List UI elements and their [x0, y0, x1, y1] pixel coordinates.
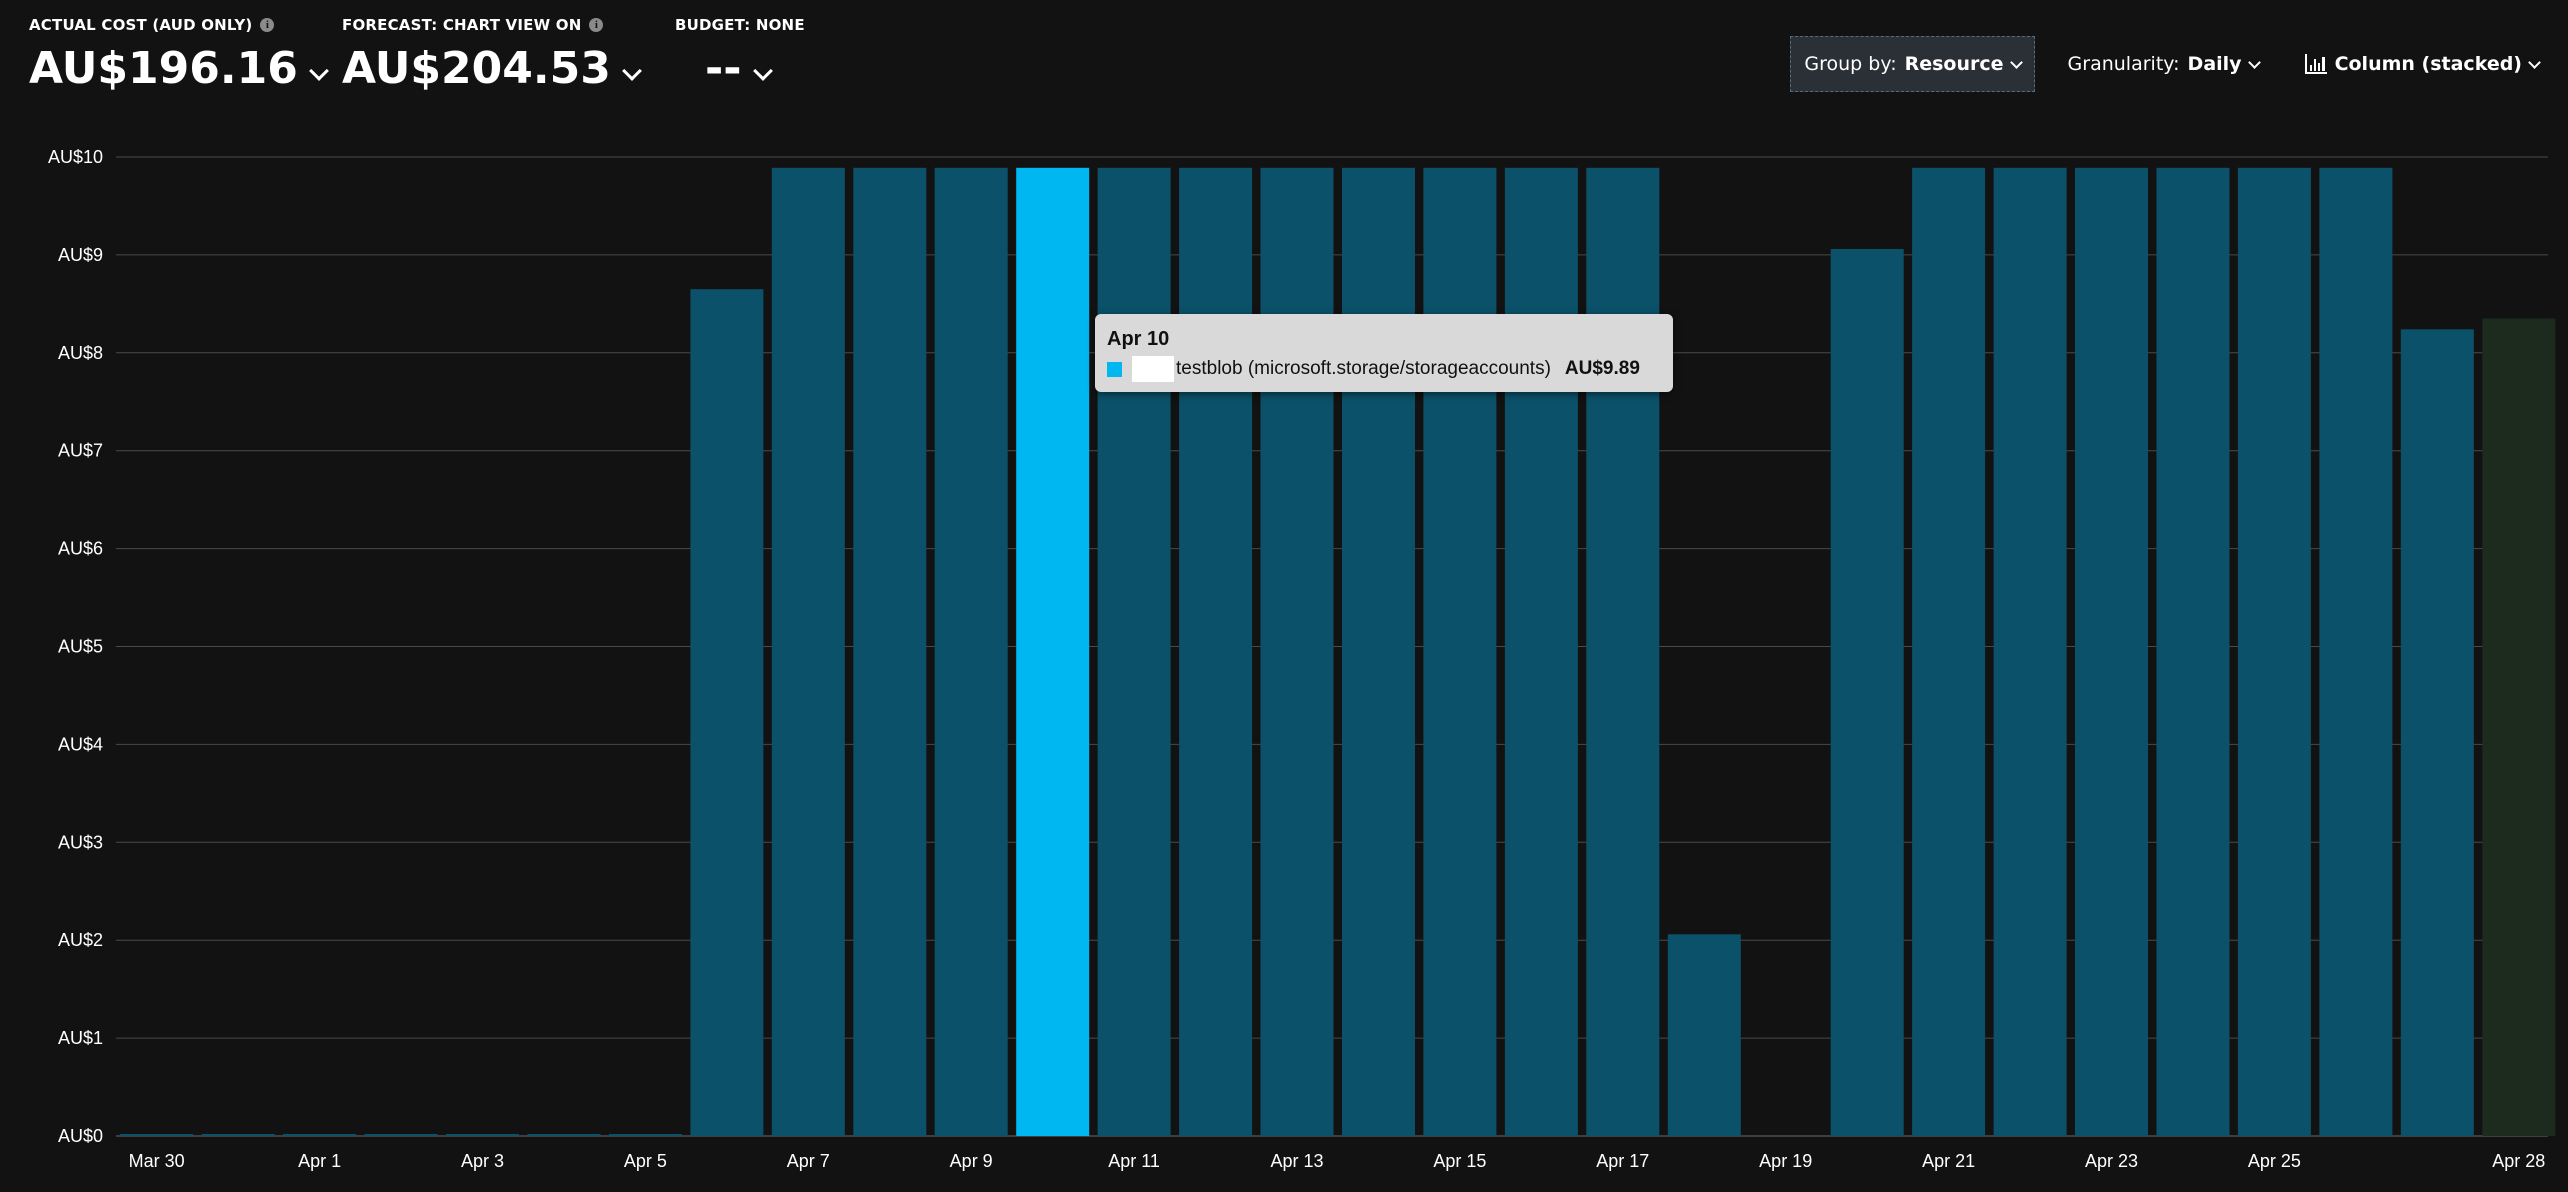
y-tick-label: AU$9	[58, 245, 103, 265]
y-tick-label: AU$1	[58, 1028, 103, 1048]
actual-cost-label: ACTUAL COST (AUD ONLY)	[29, 16, 253, 34]
bar-apr-22[interactable]	[1993, 167, 2067, 1137]
y-tick-label: AU$6	[58, 539, 103, 559]
chart-tooltip: Apr 10 testblob (microsoft.storage/stora…	[1095, 314, 1673, 392]
group-by-dropdown[interactable]: Group by: Resource	[1790, 36, 2035, 92]
bar-apr-4[interactable]	[527, 1134, 601, 1136]
actual-cost-metric: ACTUAL COST (AUD ONLY) i AU$196.16	[29, 14, 329, 96]
tooltip-value: AU$9.89	[1564, 358, 1640, 379]
y-tick-label: AU$5	[58, 637, 103, 657]
bar-apr-10[interactable]	[1016, 167, 1090, 1137]
column-chart-icon	[2304, 54, 2327, 74]
x-tick-label: Apr 11	[1108, 1151, 1160, 1171]
budget-dropdown[interactable]: --	[675, 40, 805, 96]
budget-label: BUDGET: NONE	[675, 16, 805, 34]
x-tick-label: Apr 1	[298, 1151, 341, 1171]
budget-metric: BUDGET: NONE --	[675, 14, 805, 96]
bar-apr-27[interactable]	[2400, 329, 2474, 1136]
redacted-block	[1132, 356, 1174, 382]
bar-apr-25[interactable]	[2237, 167, 2311, 1137]
y-tick-label: AU$7	[58, 441, 103, 461]
forecast-bar[interactable]	[2482, 318, 2556, 1137]
bar-mar-30[interactable]	[120, 1134, 194, 1136]
tooltip-row: testblob (microsoft.storage/storageaccou…	[1107, 356, 1661, 382]
bar-apr-6[interactable]	[690, 289, 764, 1136]
actual-cost-dropdown[interactable]: AU$196.16	[29, 40, 329, 96]
bar-apr-26[interactable]	[2319, 167, 2393, 1137]
bar-apr-24[interactable]	[2156, 167, 2230, 1137]
cost-summary-header: ACTUAL COST (AUD ONLY) i AU$196.16 FOREC…	[0, 0, 2568, 140]
chart-controls: Group by: Resource Granularity: Daily Co…	[1790, 36, 2552, 92]
forecast-dropdown[interactable]: AU$204.53	[342, 40, 642, 96]
bar-apr-21[interactable]	[1912, 167, 1986, 1137]
info-icon[interactable]: i	[589, 18, 604, 32]
granularity-dropdown[interactable]: Granularity: Daily	[2055, 36, 2272, 92]
y-tick-label: AU$2	[58, 930, 103, 950]
chart-type-dropdown[interactable]: Column (stacked)	[2292, 36, 2552, 92]
bar-apr-2[interactable]	[364, 1134, 438, 1136]
chevron-down-icon	[2528, 55, 2541, 69]
granularity-value: Daily	[2187, 53, 2242, 75]
bar-apr-7[interactable]	[771, 167, 845, 1137]
granularity-prefix: Granularity:	[2067, 53, 2180, 75]
x-tick-label: Apr 19	[1759, 1151, 1812, 1171]
bar-apr-23[interactable]	[2075, 167, 2148, 1137]
chevron-down-icon	[2247, 55, 2261, 69]
y-tick-label: AU$10	[48, 147, 103, 167]
y-tick-label: AU$0	[58, 1126, 103, 1146]
bar-apr-20[interactable]	[1830, 249, 1904, 1136]
bar-apr-5[interactable]	[608, 1134, 682, 1136]
forecast-label: FORECAST: CHART VIEW ON	[342, 16, 582, 34]
group-by-value: Resource	[1904, 53, 2004, 75]
forecast-metric: FORECAST: CHART VIEW ON i AU$204.53	[342, 14, 642, 96]
chevron-down-icon	[621, 61, 642, 81]
x-tick-label: Apr 15	[1433, 1151, 1486, 1171]
x-tick-label: Apr 13	[1270, 1151, 1323, 1171]
x-tick-label: Apr 5	[624, 1151, 667, 1171]
tooltip-date: Apr 10	[1107, 328, 1170, 350]
cost-chart: AU$0 AU$1 AU$2 AU$3 AU$4 AU$5 AU$6 AU$7 AU$8 AU$9…	[48, 147, 2556, 1171]
chart-type-value: Column (stacked)	[2334, 53, 2522, 75]
tooltip-resource: testblob (microsoft.storage/storageaccou…	[1176, 358, 1551, 379]
bar-apr-9[interactable]	[934, 167, 1008, 1137]
chevron-down-icon	[308, 61, 329, 81]
info-icon[interactable]: i	[260, 18, 275, 32]
y-tick-label: AU$8	[58, 343, 103, 363]
bar-apr-1[interactable]	[283, 1134, 357, 1136]
group-by-prefix: Group by:	[1804, 53, 1897, 75]
x-tick-label: Apr 28	[2492, 1151, 2545, 1171]
x-tick-label: Apr 21	[1922, 1151, 1975, 1171]
x-tick-label: Apr 25	[2248, 1151, 2301, 1171]
legend-swatch	[1107, 361, 1122, 377]
bar-apr-8[interactable]	[853, 167, 927, 1137]
chevron-down-icon	[2009, 55, 2023, 69]
x-tick-label: Apr 17	[1596, 1151, 1649, 1171]
bar-apr-18[interactable]	[1667, 934, 1741, 1136]
y-tick-label: AU$4	[58, 734, 103, 754]
x-tick-label: Apr 23	[2085, 1151, 2138, 1171]
actual-cost-value: AU$196.16	[29, 42, 298, 94]
y-tick-label: AU$3	[58, 832, 103, 852]
x-tick-label: Apr 9	[950, 1151, 993, 1171]
x-tick-label: Mar 30	[129, 1151, 185, 1171]
budget-value: --	[705, 42, 742, 94]
chevron-down-icon	[752, 61, 773, 81]
bar-mar-31[interactable]	[201, 1134, 275, 1136]
forecast-value: AU$204.53	[342, 42, 611, 94]
bar-apr-3[interactable]	[446, 1134, 519, 1136]
x-tick-label: Apr 7	[787, 1151, 830, 1171]
x-tick-label: Apr 3	[461, 1151, 504, 1171]
